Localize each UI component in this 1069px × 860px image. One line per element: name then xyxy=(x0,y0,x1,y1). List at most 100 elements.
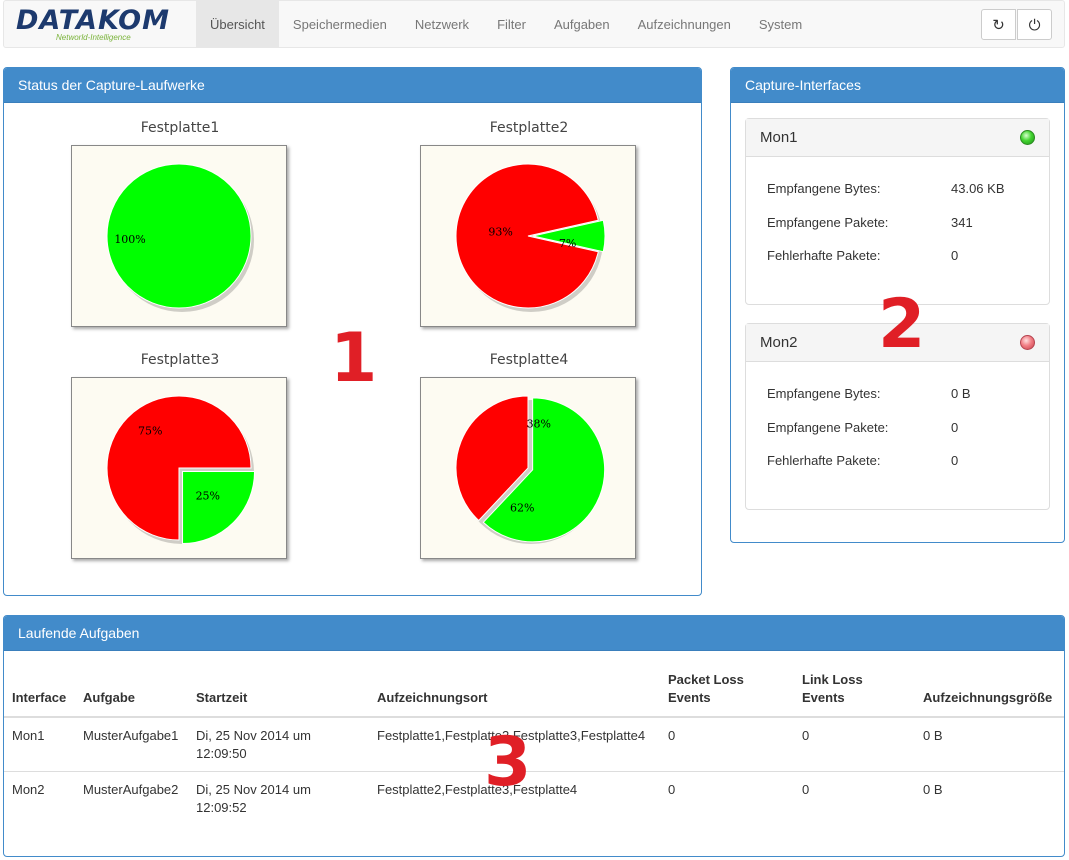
interface-stats: Empfangene Bytes: 43.06 KB Empfangene Pake… xyxy=(746,157,1049,282)
navbar: DATAKOM Networld-Intelligence Übersicht S… xyxy=(3,0,1065,48)
logo-subtitle: Networld-Intelligence xyxy=(56,33,131,42)
stat-row: Empfangene Pakete: 341 xyxy=(746,215,1049,249)
capture-interfaces-title: Capture-Interfaces xyxy=(731,68,1064,103)
pie-slice-label: 38% xyxy=(527,417,551,430)
power-button[interactable]: ⏻ xyxy=(1017,9,1052,40)
drives-panel: Status der Capture-Laufwerke Festplatte1… xyxy=(3,67,702,596)
table-cell: Mon1 xyxy=(4,717,75,772)
stat-row: Empfangene Pakete: 0 xyxy=(746,420,1049,454)
stat-value: 43.06 KB xyxy=(951,181,1005,196)
power-icon: ⏻ xyxy=(1028,15,1041,34)
pie-slice-label: 25% xyxy=(196,489,220,502)
annotation-3: 3 xyxy=(484,723,532,802)
chart-frame: 100% xyxy=(71,145,287,327)
chart-title: Festplatte1 xyxy=(140,120,220,136)
stat-label: Empfangene Pakete: xyxy=(767,214,889,230)
running-tasks-panel: Laufende Aufgaben Interface Aufgabe Startz… xyxy=(3,615,1065,857)
table-cell: Di, 25 Nov 2014 um 12:09:50 xyxy=(188,717,369,772)
table-cell: 0 xyxy=(668,782,676,797)
table-header-row: Interface Aufgabe Startzeit Aufzeichnungsor… xyxy=(4,665,1064,718)
interface-card-mon1: Mon1 Empfangene Bytes: 43.06 KB Empfangene … xyxy=(745,118,1050,305)
logo-text: DATAKOM xyxy=(16,5,170,36)
refresh-button[interactable]: ↻ xyxy=(981,9,1016,40)
column-header: Packet Loss Events xyxy=(660,665,794,718)
stat-label: Fehlerhafte Pakete: xyxy=(767,453,881,468)
nav-item-3[interactable]: Filter xyxy=(483,1,540,48)
nav-item-2[interactable]: Netzwerk xyxy=(401,1,483,48)
drive-chart-2: Festplatte2 93% 7% xyxy=(420,118,638,327)
nav-item-4[interactable]: Aufgaben xyxy=(540,1,624,48)
stat-value: 341 xyxy=(951,214,973,230)
table-cell: Di, 25 Nov 2014 um 12:09:52 xyxy=(196,782,311,815)
nav-item-6[interactable]: System xyxy=(745,1,816,48)
drive-chart-4: Festplatte4 38% 62% xyxy=(420,350,638,559)
stat-label: Empfangene Bytes: xyxy=(767,181,881,196)
table-cell: 0 xyxy=(802,782,810,797)
table-cell: 0 xyxy=(660,717,794,772)
stat-value: 0 xyxy=(951,419,959,435)
refresh-icon: ↻ xyxy=(992,15,1005,34)
pie-slice-free xyxy=(182,471,256,545)
interface-stats: Empfangene Bytes: 0 B Empfangene Pakete: 0 F… xyxy=(746,362,1049,487)
status-led-icon xyxy=(1020,335,1035,350)
nav-item-5[interactable]: Aufzeichnungen xyxy=(624,1,745,48)
chart-frame: 38% 62% xyxy=(420,377,636,559)
interface-name: Mon2 xyxy=(760,334,798,351)
running-tasks-title: Laufende Aufgaben xyxy=(4,616,1064,651)
stat-label: Fehlerhafte Pakete: xyxy=(767,248,881,263)
table-row[interactable]: Mon2 MusterAufgabe2 Di, 25 Nov 2014 um 12:… xyxy=(4,772,1064,826)
chart-title: Festplatte2 xyxy=(489,120,569,136)
capture-interfaces-panel: Capture-Interfaces Mon1 Empfangene Bytes:… xyxy=(730,67,1065,543)
table-cell: MusterAufgabe2 xyxy=(83,782,179,797)
stat-value: 0 B xyxy=(951,386,971,401)
pie-chart: 75% 25% xyxy=(106,395,256,545)
column-header: Interface xyxy=(4,665,75,718)
pie-slice-label: 7% xyxy=(559,237,576,250)
chart-title: Festplatte4 xyxy=(489,352,569,368)
column-header: Aufzeichnungsgröße xyxy=(915,665,1064,718)
stat-value: 0 xyxy=(951,453,959,468)
column-header: Startzeit xyxy=(188,665,369,718)
pie-slice-label: 75% xyxy=(138,425,162,438)
table-cell: MusterAufgabe1 xyxy=(75,717,188,772)
datakom-logo[interactable]: DATAKOM Networld-Intelligence xyxy=(16,7,186,43)
tasks-table-body: Mon1 MusterAufgabe1 Di, 25 Nov 2014 um 12:… xyxy=(4,717,1064,825)
table-cell: 0 B xyxy=(923,782,943,797)
table-row[interactable]: Mon1 MusterAufgabe1 Di, 25 Nov 2014 um 12:… xyxy=(4,717,1064,772)
tasks-table: Interface Aufgabe Startzeit Aufzeichnungsor… xyxy=(4,665,1064,825)
stat-row: Empfangene Bytes: 43.06 KB xyxy=(746,181,1049,215)
annotation-2: 2 xyxy=(878,285,926,364)
column-header: Aufzeichnungsort xyxy=(369,665,660,718)
stat-label: Empfangene Bytes: xyxy=(767,386,881,401)
chart-frame: 75% 25% xyxy=(71,377,287,559)
interface-header: Mon1 xyxy=(746,119,1049,157)
pie-slice-label: 100% xyxy=(114,233,145,246)
nav-item-1[interactable]: Speichermedien xyxy=(279,1,401,48)
pie-chart: 93% 7% xyxy=(455,163,606,312)
drive-chart-3: Festplatte3 75% 25% xyxy=(71,350,289,559)
table-cell: 0 B xyxy=(915,717,1064,772)
nav-item-0[interactable]: Übersicht xyxy=(196,1,279,48)
stat-row: Fehlerhafte Pakete: 0 xyxy=(746,453,1049,487)
pie-chart: 38% 62% xyxy=(455,395,606,544)
annotation-1: 1 xyxy=(330,319,378,398)
status-led-icon xyxy=(1020,130,1035,145)
stat-row: Empfangene Bytes: 0 B xyxy=(746,386,1049,420)
column-header: Link Loss Events xyxy=(794,665,915,718)
column-header: Aufgabe xyxy=(75,665,188,718)
interface-name: Mon1 xyxy=(760,129,798,146)
chart-title: Festplatte3 xyxy=(140,352,220,368)
main-nav: Übersicht Speichermedien Netzwerk Filter Auf… xyxy=(196,1,816,48)
pie-slice-label: 93% xyxy=(488,226,512,239)
table-cell: Mon2 xyxy=(12,782,45,797)
chart-frame: 93% 7% xyxy=(420,145,636,327)
table-cell: 0 xyxy=(794,717,915,772)
stat-row: Fehlerhafte Pakete: 0 xyxy=(746,248,1049,282)
pie-slice-label: 62% xyxy=(510,502,534,515)
nav-button-group: ↻ ⏻ xyxy=(980,9,1052,40)
pie-chart: 100% xyxy=(106,163,254,312)
stat-value: 0 xyxy=(951,248,959,263)
stat-label: Empfangene Pakete: xyxy=(767,419,889,435)
drives-panel-title: Status der Capture-Laufwerke xyxy=(4,68,701,103)
drive-chart-1: Festplatte1 100% xyxy=(71,118,289,327)
